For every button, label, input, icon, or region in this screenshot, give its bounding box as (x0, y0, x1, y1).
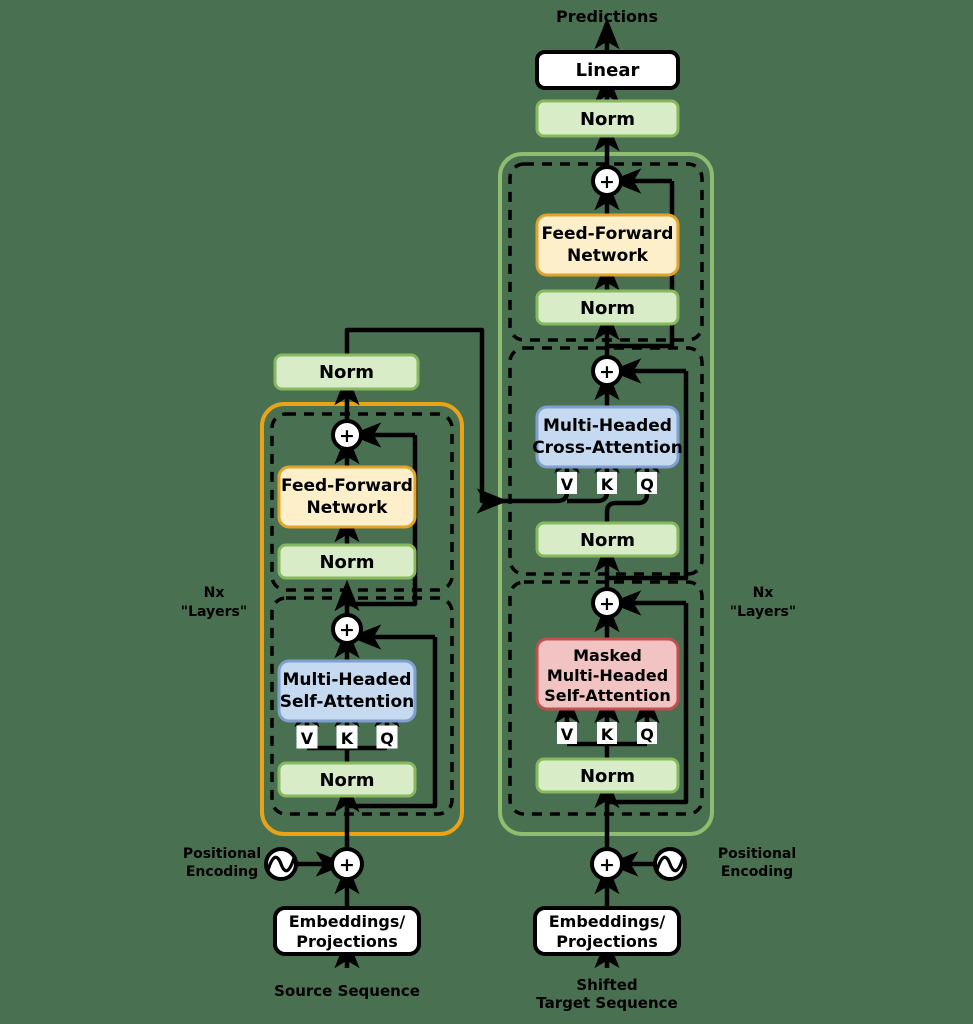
decoder-masked-qkv-tags: V K Q (557, 722, 657, 744)
diagram-canvas: Norm Feed-Forward Network Norm Multi-Hea… (0, 0, 973, 1024)
transformer-architecture-diagram: Norm Feed-Forward Network Norm Multi-Hea… (0, 0, 973, 1024)
decoder-cross-q-label: Q (640, 475, 654, 494)
decoder-stack-label-line2: "Layers" (730, 604, 796, 620)
decoder-ffn-norm[interactable]: Norm (535, 289, 680, 326)
encoder-final-norm-label: Norm (319, 362, 374, 383)
decoder-final-norm-label: Norm (580, 109, 635, 130)
decoder-linear-block[interactable]: Linear (535, 50, 680, 90)
decoder-positional-encoding-label-line2: Encoding (721, 864, 793, 880)
decoder-cross-k-label: K (601, 475, 614, 494)
positional-encoding-icon (264, 847, 298, 881)
encoder-ffn-block[interactable]: Feed-Forward Network (277, 465, 417, 529)
encoder-attention-norm[interactable]: Norm (277, 761, 417, 798)
encoder-ffn-line2: Network (307, 498, 389, 518)
decoder-masked-v-label: V (561, 725, 574, 744)
positional-encoding-icon (653, 847, 687, 881)
encoder-add-attention-symbol: + (339, 619, 355, 641)
decoder-masked-q-label: Q (640, 725, 654, 744)
encoder-embeddings-block[interactable]: Embeddings/ Projections (273, 906, 421, 956)
decoder-positional-encoding-label-line1: Positional (718, 846, 796, 862)
decoder-ffn-norm-label: Norm (580, 298, 635, 319)
decoder-masked-attention-norm-label: Norm (580, 766, 635, 787)
encoder-add-node-positional: + (330, 847, 364, 881)
encoder-attention-norm-label: Norm (319, 770, 374, 791)
encoder-attention-line1: Multi-Headed (283, 670, 412, 690)
decoder-masked-attention-line2: Multi-Headed (547, 666, 668, 685)
encoder-ffn-line1: Feed-Forward (281, 476, 413, 496)
decoder-embeddings-line2: Projections (556, 932, 657, 951)
decoder-masked-attention-line1: Masked (573, 646, 642, 665)
decoder-cross-attention-norm[interactable]: Norm (535, 521, 680, 558)
encoder-add-ffn-symbol: + (339, 425, 355, 447)
encoder-q-label: Q (380, 729, 394, 748)
decoder-ffn-block[interactable]: Feed-Forward Network (535, 213, 680, 277)
decoder-add-node-positional: + (590, 847, 624, 881)
decoder-add-cross-symbol: + (599, 361, 615, 383)
decoder-final-norm[interactable]: Norm (535, 99, 680, 138)
encoder-stack-label-line1: Nx (204, 585, 225, 601)
decoder-cross-attention-norm-label: Norm (580, 530, 635, 551)
decoder-masked-attention-norm[interactable]: Norm (535, 757, 680, 794)
encoder-embeddings-line1: Embeddings/ (289, 912, 406, 931)
encoder-add-node-attention: + (331, 613, 363, 645)
encoder-final-norm[interactable]: Norm (273, 353, 420, 391)
decoder-embeddings-line1: Embeddings/ (549, 912, 666, 931)
decoder-add-ffn-symbol: + (599, 171, 615, 193)
decoder-linear-label: Linear (576, 60, 640, 81)
decoder-input-label-line2: Target Sequence (536, 994, 677, 1012)
canvas-background (0, 0, 973, 1024)
decoder-masked-attention-block[interactable]: Masked Multi-Headed Self-Attention (535, 637, 680, 711)
decoder-cross-attention-block[interactable]: Multi-Headed Cross-Attention (532, 405, 683, 469)
decoder-add-node-masked: + (591, 587, 623, 619)
decoder-cross-attention-line1: Multi-Headed (543, 416, 672, 436)
encoder-add-node-ffn: + (331, 419, 363, 451)
encoder-input-label: Source Sequence (274, 982, 420, 1000)
decoder-add-masked-symbol: + (599, 593, 615, 615)
decoder-stack-label-line1: Nx (753, 585, 774, 601)
decoder-masked-attention-line3: Self-Attention (544, 686, 671, 705)
encoder-positional-encoding-label-line1: Positional (183, 846, 261, 862)
encoder-k-label: K (341, 729, 354, 748)
encoder-ffn-norm-label: Norm (319, 552, 374, 573)
decoder-masked-k-label: K (601, 725, 614, 744)
decoder-input-label-line1: Shifted (576, 976, 637, 994)
decoder-add-node-cross: + (591, 355, 623, 387)
encoder-self-attention-block[interactable]: Multi-Headed Self-Attention (277, 659, 417, 723)
decoder-ffn-line1: Feed-Forward (542, 224, 674, 244)
decoder-cross-attention-line2: Cross-Attention (532, 438, 683, 458)
encoder-embeddings-line2: Projections (296, 932, 397, 951)
encoder-positional-encoding-label-line2: Encoding (186, 864, 258, 880)
encoder-attention-line2: Self-Attention (280, 692, 415, 712)
decoder-add-node-ffn: + (591, 165, 623, 197)
encoder-stack-label-line2: "Layers" (181, 604, 247, 620)
decoder-ffn-line2: Network (567, 246, 649, 266)
decoder-add-positional-symbol: + (599, 854, 615, 876)
decoder-cross-v-label: V (561, 475, 574, 494)
encoder-ffn-norm[interactable]: Norm (277, 543, 417, 580)
encoder-add-positional-symbol: + (339, 854, 355, 876)
encoder-v-label: V (301, 729, 314, 748)
encoder-qkv-tags: V K Q (296, 725, 398, 749)
decoder-embeddings-block[interactable]: Embeddings/ Projections (533, 906, 681, 956)
decoder-output-label: Predictions (556, 7, 658, 26)
decoder-cross-qkv-tags: V K Q (557, 472, 657, 494)
